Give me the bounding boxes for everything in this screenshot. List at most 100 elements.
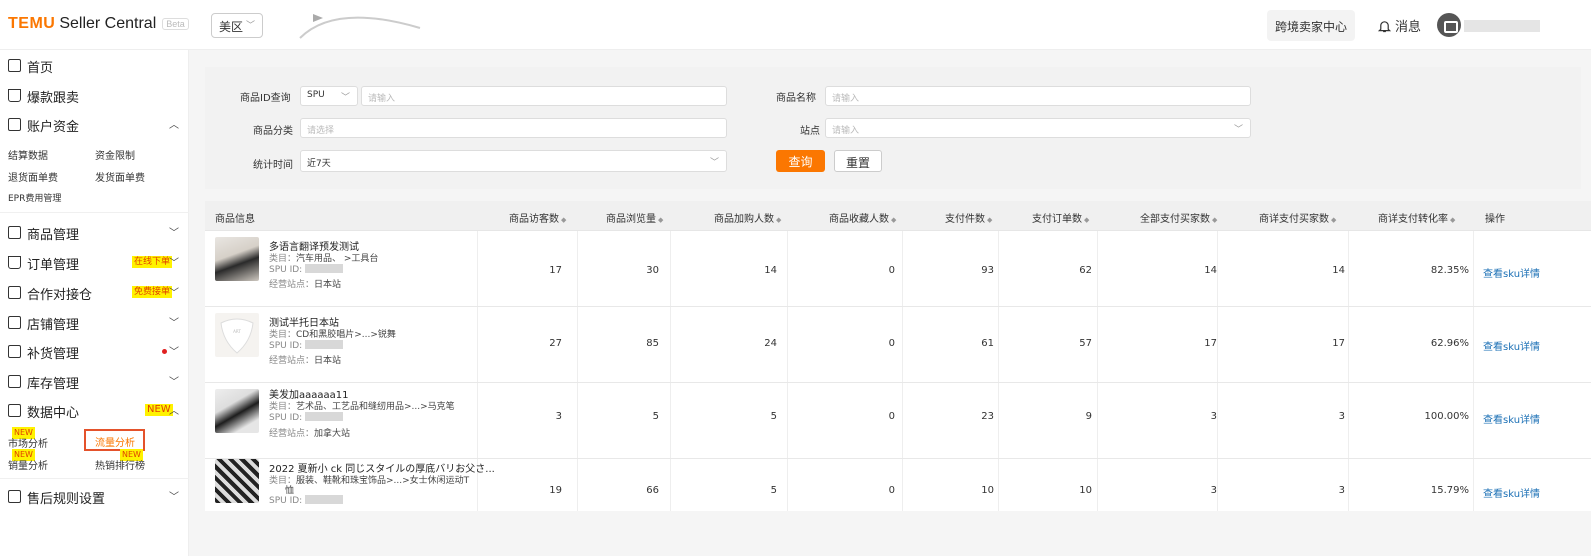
data-center-icon [8, 404, 21, 417]
product-name-input[interactable]: 请输入 [825, 86, 1251, 106]
store-icon [8, 316, 21, 329]
data-table: 商品信息 商品访客数 ◆ 商品浏览量 ◆ 商品加购人数 ◆ 商品收藏人数 ◆ 支付件数 ◆… [205, 201, 1591, 511]
sidebar-item-data-center[interactable]: 数据中心 NEW ︿ [0, 397, 189, 425]
bell-icon [1378, 21, 1391, 33]
product-thumbnail[interactable] [215, 237, 259, 281]
cell-paid-items: 93 [981, 265, 994, 276]
sort-icon: ◆ [776, 216, 782, 224]
col-header-add-to-cart[interactable]: 商品加购人数 ◆ [714, 210, 781, 225]
col-header-paid-orders[interactable]: 支付订单数 ◆ [1032, 210, 1089, 225]
sidebar-sub-settlement[interactable]: 结算数据 [8, 147, 48, 162]
cell-visitors: 3 [555, 411, 562, 422]
redacted-value [305, 340, 344, 349]
sidebar-sub-market-analysis[interactable]: 市场分析 [8, 435, 48, 450]
sidebar-sub-epr-fee[interactable]: EPR费用管理 [8, 191, 61, 204]
sidebar-item-hot-sale[interactable]: 爆款跟卖 [0, 82, 189, 110]
cell-detail-buyers: 17 [1332, 338, 1345, 349]
guitar-pick-image: ART [220, 318, 254, 354]
sidebar-sub-bestseller-ranking[interactable]: 热销排行榜 [95, 457, 145, 472]
product-site: 经营站点：加拿大站 [269, 429, 351, 439]
username-redacted [1464, 20, 1540, 32]
warehouse-icon [8, 286, 21, 299]
cell-add-to-cart: 14 [764, 265, 777, 276]
col-header-actions: 操作 [1485, 214, 1505, 225]
sidebar-divider [0, 478, 189, 479]
cell-favorites: 0 [888, 485, 895, 496]
col-header-views[interactable]: 商品浏览量 ◆ [606, 210, 663, 225]
site-label: 站点 [800, 126, 820, 137]
sidebar-sub-ship-label-fee[interactable]: 发货面单费 [95, 169, 145, 184]
cross-border-seller-center-button[interactable]: 跨境卖家中心 [1267, 10, 1355, 41]
temu-logo[interactable]: TEMU Seller Central Beta [8, 15, 189, 33]
col-header-all-buyers[interactable]: 全部支付买家数 ◆ [1140, 210, 1217, 225]
chevron-up-icon: ︿ [169, 406, 179, 417]
view-sku-details-link[interactable]: 查看sku详情 [1483, 265, 1540, 280]
wallet-icon [8, 118, 21, 131]
table-row: 2022 夏新小 ck 同じスタイルの厚底バリお父さ... 类目：服装、鞋靴和珠… [205, 459, 1591, 511]
region-select[interactable]: 美区 ﹀ [211, 13, 263, 38]
cell-paid-orders: 9 [1085, 411, 1092, 422]
banner-decoration [299, 14, 421, 39]
col-header-visitors[interactable]: 商品访客数 ◆ [509, 210, 566, 225]
cell-detail-buyers: 3 [1338, 485, 1345, 496]
view-sku-details-link[interactable]: 查看sku详情 [1483, 338, 1540, 353]
col-header-favorites[interactable]: 商品收藏人数 ◆ [829, 210, 896, 225]
highlight-box [84, 429, 145, 451]
product-id-type-select[interactable]: SPU ﹀ [300, 86, 358, 106]
sort-icon: ◆ [1450, 216, 1456, 224]
col-header-paid-items[interactable]: 支付件数 ◆ [945, 210, 992, 225]
col-header-detail-buyers[interactable]: 商详支付买家数 ◆ [1259, 210, 1336, 225]
sort-icon: ◆ [561, 216, 567, 224]
cell-add-to-cart: 5 [770, 411, 777, 422]
product-thumbnail[interactable]: ART [215, 313, 259, 357]
beta-badge: Beta [162, 17, 189, 30]
cell-visitors: 19 [549, 485, 562, 496]
table-header: 商品信息 商品访客数 ◆ 商品浏览量 ◆ 商品加购人数 ◆ 商品收藏人数 ◆ 支付件数 ◆… [205, 201, 1591, 231]
site-select[interactable]: 请输入 ﹀ [825, 118, 1251, 138]
restock-icon [8, 345, 21, 358]
sidebar-item-product-mgmt[interactable]: 商品管理 ﹀ [0, 219, 189, 247]
view-sku-details-link[interactable]: 查看sku详情 [1483, 411, 1540, 426]
product-category: 类目：汽车用品、 >工具台 [269, 254, 379, 264]
col-header-detail-conversion[interactable]: 商详支付转化率 ◆ [1378, 210, 1455, 225]
chevron-down-icon: ﹀ [169, 318, 179, 329]
online-order-badge: 在线下单 [132, 256, 173, 268]
col-header-product-info: 商品信息 [215, 214, 255, 225]
view-sku-details-link[interactable]: 查看sku详情 [1483, 485, 1540, 500]
home-icon [8, 59, 21, 72]
product-id-input[interactable]: 请输入 [361, 86, 727, 106]
cell-paid-items: 23 [981, 411, 994, 422]
sidebar-item-store-mgmt[interactable]: 店铺管理 ﹀ [0, 309, 189, 337]
sidebar-item-order-mgmt[interactable]: 订单管理 在线下单 ﹀ [0, 249, 189, 277]
product-thumbnail[interactable] [215, 459, 259, 503]
avatar[interactable] [1437, 13, 1461, 37]
sidebar-item-restock-mgmt[interactable]: 补货管理 ﹀ [0, 338, 189, 366]
cell-views: 30 [646, 265, 659, 276]
period-select[interactable]: 近7天 ﹀ [300, 150, 727, 172]
sidebar-sub-sales-analysis[interactable]: 销量分析 [8, 457, 48, 472]
top-bar: TEMU Seller Central Beta 美区 ﹀ 跨境卖家中心 消息 [0, 0, 1591, 50]
cart-icon [8, 89, 21, 102]
redacted-value [305, 412, 344, 421]
chevron-down-icon: ﹀ [709, 158, 719, 168]
cell-detail-conversion: 100.00% [1424, 411, 1470, 422]
messages-button[interactable]: 消息 [1378, 16, 1421, 35]
sidebar-item-home[interactable]: 首页 [0, 52, 189, 80]
chevron-down-icon: ﹀ [1233, 125, 1243, 135]
table-row: 美发加aaaaaa11 类目：艺术品、工艺品和缝纫用品>...>马克笔 SPU … [205, 383, 1591, 459]
sidebar-item-account-funds[interactable]: 账户资金 ︿ [0, 111, 189, 139]
chevron-up-icon: ︿ [169, 120, 179, 131]
sidebar-item-after-sale-rules[interactable]: 售后规则设置 ﹀ [0, 483, 189, 511]
category-select[interactable]: 请选择 [300, 118, 727, 138]
cell-all-buyers: 3 [1210, 411, 1217, 422]
product-thumbnail[interactable] [215, 389, 259, 433]
sidebar-sub-return-label-fee[interactable]: 退货面单费 [8, 169, 58, 184]
reset-button[interactable]: 重置 [834, 150, 882, 172]
sidebar-sub-fund-limit[interactable]: 资金限制 [95, 147, 135, 162]
product-category: 类目：艺术品、工艺品和缝纫用品>...>马克笔 [269, 402, 455, 412]
sidebar-item-coop-warehouse[interactable]: 合作对接仓 免费接单 ﹀ [0, 279, 189, 307]
sidebar-item-inventory-mgmt[interactable]: 库存管理 ﹀ [0, 368, 189, 396]
category-label: 商品分类 [253, 126, 293, 137]
query-button[interactable]: 查询 [776, 150, 825, 172]
cell-detail-conversion: 15.79% [1430, 485, 1469, 496]
